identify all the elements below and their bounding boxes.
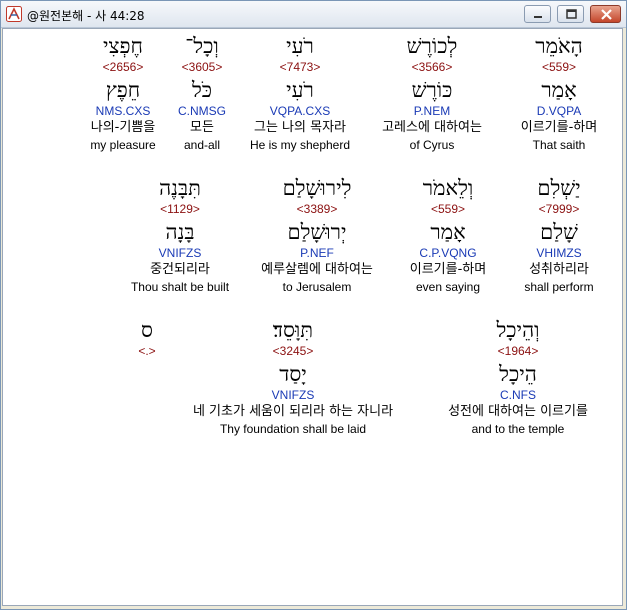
word-lirushalayim[interactable]: לִירוּשָׁלַם <3389> יְרוּשָׁלַם P.NEF 예루… bbox=[245, 175, 389, 295]
word-roi[interactable]: רֹעִי <7473> רֹעִי VQPA.CXS 그는 나의 목자라 He… bbox=[239, 33, 361, 153]
korean-gloss: 모든 bbox=[190, 120, 214, 135]
minimize-button[interactable] bbox=[524, 5, 551, 23]
hebrew-word: וְהֵיכָל bbox=[496, 318, 540, 342]
word-lekoresh[interactable]: לְכוֹרֶשׁ <3566> כּוֹרֶשׁ P.NEM 고레스에 대하여… bbox=[367, 33, 497, 153]
strong-number[interactable]: <1129> bbox=[119, 201, 241, 217]
english-gloss: Thou shalt be built bbox=[130, 280, 230, 294]
app-logo-icon bbox=[6, 6, 22, 22]
morphology-code: D.VQPA bbox=[536, 104, 582, 118]
strong-number[interactable]: <2656> bbox=[81, 59, 165, 75]
strong-number[interactable]: <.> bbox=[129, 343, 165, 359]
word-cheftsi[interactable]: חֶפְצִי <2656> חֵפֶץ NMS.CXS 나의-기쁨을 my p… bbox=[81, 33, 165, 153]
strong-number[interactable]: <3245> bbox=[167, 343, 419, 359]
close-button[interactable] bbox=[590, 5, 621, 23]
hebrew-word: הָאֹמֵר bbox=[535, 34, 583, 58]
strong-number[interactable]: <559> bbox=[395, 201, 501, 217]
english-gloss: and-all bbox=[183, 138, 221, 152]
korean-gloss: 그는 나의 목자라 bbox=[254, 120, 346, 135]
english-gloss: That saith bbox=[532, 138, 586, 152]
hebrew-word: ס bbox=[141, 318, 153, 342]
korean-gloss: 예루살렘에 대하여는 bbox=[261, 262, 373, 277]
app-window: @원전본해 - 사 44:28 הָאֹמֵר <559> אָמַר D.VQ… bbox=[0, 0, 627, 610]
hebrew-word: וְכָל־ bbox=[185, 34, 219, 58]
korean-gloss: 나의-기쁨을 bbox=[90, 120, 156, 135]
hebrew-lemma: אָמַר bbox=[541, 78, 577, 102]
english-gloss: of Cyrus bbox=[409, 138, 455, 152]
english-gloss: and to the temple bbox=[471, 422, 565, 436]
morphology-code: P.NEM bbox=[413, 104, 451, 118]
english-gloss: my pleasure bbox=[90, 138, 156, 152]
hebrew-word: חֶפְצִי bbox=[103, 34, 143, 58]
hebrew-word: לְכוֹרֶשׁ bbox=[406, 34, 458, 58]
word-yashlim[interactable]: יַשְׁלִם <7999> שָׁלַם VHIMZS 성취하리라 shal… bbox=[509, 175, 609, 295]
word-haomer[interactable]: הָאֹמֵר <559> אָמַר D.VQPA 이르기를-하며 That … bbox=[504, 33, 614, 153]
word-vehechal[interactable]: וְהֵיכָל <1964> הֵיכָל C.NFS 성전에 대하여는 이르… bbox=[423, 317, 613, 437]
hebrew-lemma: יָסַד bbox=[279, 362, 307, 386]
hebrew-lemma: הֵיכָל bbox=[499, 362, 537, 386]
hebrew-lemma: בָּנָה bbox=[165, 220, 195, 244]
hebrew-lemma: שָׁלַם bbox=[540, 220, 578, 244]
strong-number[interactable]: <3605> bbox=[169, 59, 235, 75]
morphology-code: NMS.CXS bbox=[95, 104, 151, 118]
korean-gloss: 성취하리라 bbox=[529, 262, 589, 277]
korean-gloss: 중건되리라 bbox=[150, 262, 210, 277]
strong-number[interactable]: <7473> bbox=[239, 59, 361, 75]
morphology-code: P.NEF bbox=[300, 246, 334, 260]
morphology-code: C.NMSG bbox=[178, 104, 226, 118]
morphology-code: VNIFZS bbox=[271, 388, 315, 402]
hebrew-word: לִירוּשָׁלַם bbox=[282, 176, 352, 200]
word-velemor[interactable]: וְלֵאמֹר <559> אָמַר C.P.VQNG 이르기를-하며 ev… bbox=[395, 175, 501, 295]
korean-gloss: 이르기를-하며 bbox=[409, 262, 487, 277]
hebrew-lemma: חֵפֶץ bbox=[105, 78, 141, 102]
word-tivvased[interactable]: תִּוָּסֵד׃ <3245> יָסַד VNIFZS 네 기초가 세움이… bbox=[167, 317, 419, 437]
title-bar[interactable]: @원전본해 - 사 44:28 bbox=[1, 1, 626, 28]
hebrew-lemma: יְרוּשָׁלַם bbox=[287, 220, 347, 244]
strong-number[interactable]: <7999> bbox=[509, 201, 609, 217]
english-gloss: Thy foundation shall be laid bbox=[219, 422, 367, 436]
korean-gloss: 성전에 대하여는 이르기를 bbox=[448, 404, 588, 419]
morphology-code: VQPA.CXS bbox=[269, 104, 331, 118]
word-tibbaneh[interactable]: תִּבָּנֶה <1129> בָּנָה VNIFZS 중건되리라 Tho… bbox=[119, 175, 241, 295]
hebrew-word: וְלֵאמֹר bbox=[422, 176, 474, 200]
hebrew-word: תִּוָּסֵד׃ bbox=[272, 318, 314, 342]
hebrew-word: יַשְׁלִם bbox=[537, 176, 581, 200]
korean-gloss: 이르기를-하며 bbox=[520, 120, 598, 135]
english-gloss: He is my shepherd bbox=[249, 138, 351, 152]
morphology-code: C.NFS bbox=[500, 388, 536, 402]
morphology-code: VHIMZS bbox=[536, 246, 582, 260]
strong-number[interactable]: <3566> bbox=[367, 59, 497, 75]
korean-gloss: 네 기초가 세움이 되리라 하는 자니라 bbox=[192, 404, 394, 419]
hebrew-lemma: כּוֹרֶשׁ bbox=[411, 78, 453, 102]
english-gloss: even saying bbox=[415, 280, 481, 294]
window-title: @원전본해 - 사 44:28 bbox=[27, 9, 145, 23]
hebrew-word: רֹעִי bbox=[286, 34, 314, 58]
strong-number[interactable]: <3389> bbox=[245, 201, 389, 217]
strong-number[interactable]: <559> bbox=[504, 59, 614, 75]
hebrew-lemma: רֹעִי bbox=[286, 78, 314, 102]
hebrew-lemma: כֹּל bbox=[191, 78, 213, 102]
hebrew-word: תִּבָּנֶה bbox=[159, 176, 201, 200]
interlinear-view: הָאֹמֵר <559> אָמַר D.VQPA 이르기를-하며 That … bbox=[2, 28, 623, 606]
morphology-code: C.P.VQNG bbox=[419, 246, 477, 260]
maximize-button[interactable] bbox=[557, 5, 584, 23]
morphology-code: VNIFZS bbox=[158, 246, 202, 260]
hebrew-lemma: אָמַר bbox=[430, 220, 466, 244]
english-gloss: shall perform bbox=[524, 280, 594, 294]
korean-gloss: 고레스에 대하여는 bbox=[382, 120, 482, 135]
word-vechol[interactable]: וְכָל־ <3605> כֹּל C.NMSG 모든 and-all bbox=[169, 33, 235, 153]
strong-number[interactable]: <1964> bbox=[423, 343, 613, 359]
english-gloss: to Jerusalem bbox=[282, 280, 352, 294]
word-samekh[interactable]: ס <.> bbox=[129, 317, 165, 359]
